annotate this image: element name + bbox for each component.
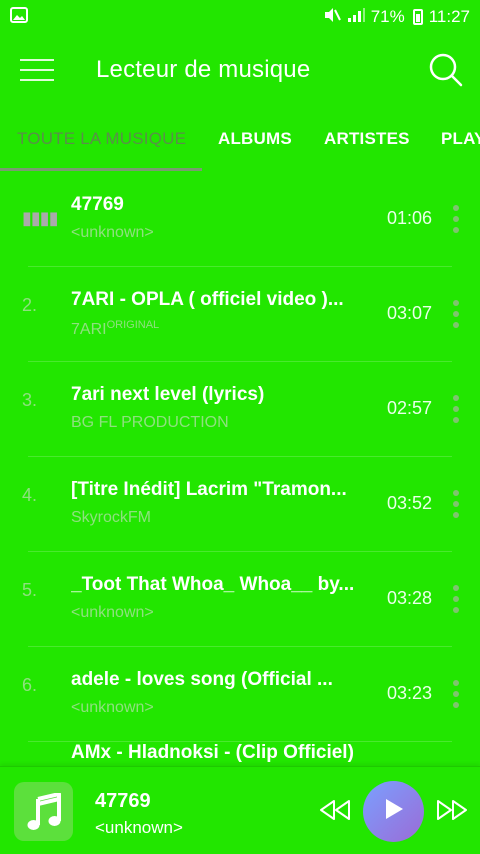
song-duration: 03:28 [386, 588, 432, 608]
search-icon[interactable] [428, 52, 464, 88]
active-tab-indicator [0, 168, 202, 171]
song-row[interactable]: 6. adele - loves song (Official ... <unk… [0, 647, 480, 742]
song-title: 47769 [71, 194, 124, 215]
now-playing-artist: <unknown> [95, 818, 183, 837]
song-number: 2. [22, 295, 38, 315]
more-vert-icon[interactable] [448, 490, 464, 518]
hamburger-icon[interactable] [20, 59, 54, 81]
song-row[interactable]: 2. 7ARI - OPLA ( officiel video )... 7AR… [0, 267, 480, 362]
more-vert-icon[interactable] [448, 300, 464, 328]
rewind-icon[interactable] [319, 799, 351, 821]
signal-icon [347, 7, 365, 28]
artist-superscript: ORIGINAL [106, 319, 160, 331]
battery-percent: 71% [370, 7, 405, 26]
gallery-icon [10, 6, 28, 28]
song-artist: BG FL PRODUCTION [71, 414, 229, 431]
more-vert-icon[interactable] [448, 395, 464, 423]
song-title: _Toot That Whoa_ Whoa__ by... [71, 574, 355, 595]
music-note-icon [14, 782, 73, 841]
song-number: 3. [22, 390, 38, 410]
app-title: Lecteur de musique [96, 56, 311, 83]
song-duration: 03:23 [386, 683, 432, 703]
song-duration: 03:52 [386, 493, 432, 513]
song-duration: 02:57 [386, 398, 432, 418]
song-number: 6. [22, 675, 38, 695]
song-title: [Titre Inédit] Lacrim "Tramon... [71, 479, 347, 500]
tab-playlists[interactable]: PLAY [441, 106, 480, 172]
mini-player[interactable]: 47769 <unknown> [0, 766, 480, 854]
song-number: 5. [22, 580, 38, 600]
more-vert-icon[interactable] [448, 585, 464, 613]
song-title: AMx - Hladnoksi - (Clip Officiel) [71, 742, 354, 763]
song-title: adele - loves song (Official ... [71, 669, 333, 690]
battery-icon [412, 9, 423, 25]
song-artist: <unknown> [71, 699, 154, 716]
now-playing-title: 47769 [95, 790, 151, 812]
song-number: 4. [22, 485, 38, 505]
song-artist: <unknown> [71, 224, 154, 241]
tab-all-music[interactable]: TOUTE LA MUSIQUE [17, 106, 186, 172]
song-row[interactable]: 4. [Titre Inédit] Lacrim "Tramon... Skyr… [0, 457, 480, 552]
song-title: 7ARI - OPLA ( officiel video )... [71, 289, 344, 310]
song-row[interactable]: ▮▮▮▮ 47769 <unknown> 01:06 [0, 172, 480, 267]
status-bar: 71% 11:27 [0, 0, 480, 34]
tab-artists[interactable]: ARTISTES [324, 106, 410, 172]
song-duration: 03:07 [386, 303, 432, 323]
play-icon [383, 797, 405, 826]
app-toolbar: Lecteur de musique [0, 34, 480, 106]
mute-icon [323, 7, 341, 28]
playing-indicator-icon: ▮▮▮▮ [22, 208, 59, 228]
status-indicators: 71% 11:27 [323, 7, 470, 28]
song-artist: 7ARIORIGINAL [71, 319, 160, 338]
song-title: 7ari next level (lyrics) [71, 384, 265, 405]
fast-forward-icon[interactable] [436, 799, 468, 821]
song-row[interactable]: 5. _Toot That Whoa_ Whoa__ by... <unknow… [0, 552, 480, 647]
more-vert-icon[interactable] [448, 205, 464, 233]
song-duration: 01:06 [386, 208, 432, 228]
song-list[interactable]: ▮▮▮▮ 47769 <unknown> 01:06 2. 7ARI - OPL… [0, 172, 480, 770]
tab-albums[interactable]: ALBUMS [218, 106, 292, 172]
clock: 11:27 [428, 7, 470, 26]
song-row[interactable]: 3. 7ari next level (lyrics) BG FL PRODUC… [0, 362, 480, 457]
song-artist: <unknown> [71, 604, 154, 621]
more-vert-icon[interactable] [448, 680, 464, 708]
play-button[interactable] [363, 781, 424, 842]
song-artist: SkyrockFM [71, 509, 151, 526]
tab-bar: TOUTE LA MUSIQUE ALBUMS ARTISTES PLAY [0, 106, 480, 172]
